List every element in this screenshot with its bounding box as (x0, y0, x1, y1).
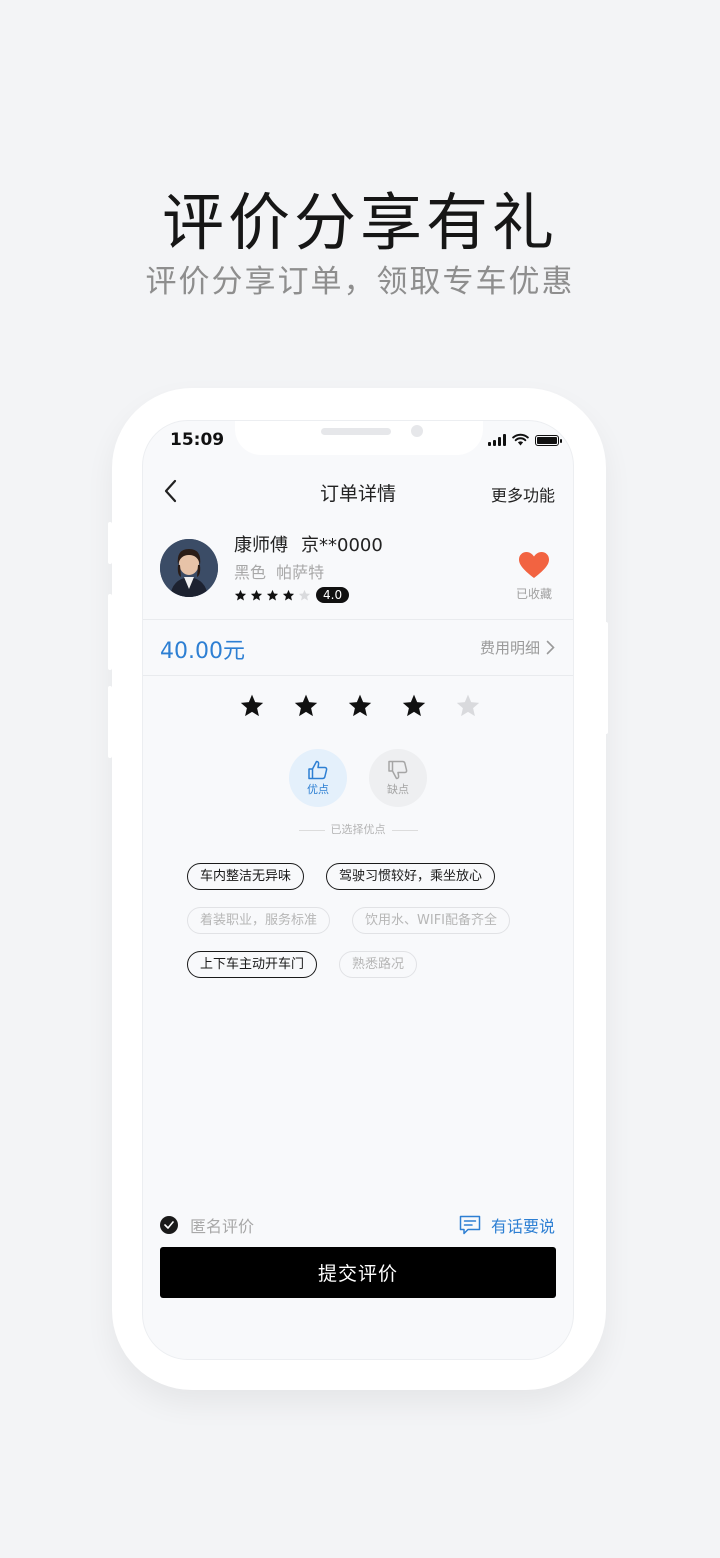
phone-screen: 15:09 订单详情 更多功能 康师傅 京**0000 黑色 帕萨特 4.0 已… (142, 420, 574, 1360)
nav-bar: 订单详情 更多功能 (143, 473, 573, 509)
hint-line (391, 829, 418, 831)
driver-card: 康师傅 京**0000 黑色 帕萨特 4.0 已收藏 (143, 531, 573, 619)
star-icon (298, 589, 311, 601)
favorite-toggle[interactable]: 已收藏 (513, 551, 555, 602)
fee-detail-link[interactable]: 费用明细 (480, 637, 555, 658)
rating-badge: 4.0 (316, 587, 350, 603)
review-tags: 车内整洁无异味 驾驶习惯较好，乘坐放心着装职业，服务标准 饮用水、WIFI配备齐全上… (187, 863, 537, 978)
star-icon (234, 589, 247, 601)
license-plate: 京**0000 (301, 535, 383, 556)
star-icon (282, 589, 295, 601)
rating-stars (143, 693, 573, 719)
review-tag[interactable]: 熟悉路况 (339, 951, 418, 978)
phone-side-button (108, 522, 112, 564)
divider (143, 675, 573, 676)
wifi-icon (512, 433, 529, 446)
phone-notch (235, 421, 483, 455)
rating-star-5[interactable] (455, 693, 481, 719)
rating-star-4[interactable] (401, 693, 427, 719)
review-tag[interactable]: 饮用水、WIFI配备齐全 (352, 907, 511, 934)
driver-name: 康师傅 (234, 535, 288, 556)
anonymous-toggle[interactable]: 匿名评价 (160, 1213, 254, 1237)
submit-review-button[interactable]: 提交评价 (160, 1247, 556, 1298)
thumbs-down-icon (388, 760, 408, 779)
more-functions-button[interactable]: 更多功能 (491, 482, 555, 506)
star-icon (250, 589, 263, 601)
review-tag[interactable]: 驾驶习惯较好，乘坐放心 (326, 863, 496, 890)
review-tag[interactable]: 上下车主动开车门 (187, 951, 318, 978)
hint-line (298, 829, 325, 831)
anonymous-label: 匿名评价 (190, 1217, 255, 1236)
checkmark-icon (160, 1216, 178, 1234)
heart-icon (519, 552, 549, 578)
driver-rating: 4.0 (234, 587, 350, 603)
pros-cons-toggle: 优点 缺点 (143, 749, 573, 807)
review-tag[interactable]: 着装职业，服务标准 (187, 907, 331, 934)
divider (143, 619, 573, 620)
phone-side-button (108, 686, 112, 758)
camera (411, 425, 423, 437)
driver-avatar (160, 539, 218, 597)
status-icons (488, 433, 562, 446)
favorite-label: 已收藏 (515, 587, 552, 601)
rating-star-3[interactable] (347, 693, 373, 719)
battery-icon (535, 435, 562, 446)
promo-title: 评价分享有礼 (161, 186, 558, 259)
fee-detail-label: 费用明细 (479, 639, 540, 657)
phone-side-button (604, 622, 608, 734)
promo-subtitle: 评价分享订单，领取专车优惠 (145, 264, 575, 300)
car-info: 黑色 帕萨特 (234, 563, 325, 582)
pros-button[interactable]: 优点 (289, 749, 347, 807)
comment-label: 有话要说 (490, 1217, 555, 1236)
pros-label: 优点 (307, 782, 329, 796)
comment-button[interactable]: 有话要说 (459, 1213, 555, 1237)
phone-side-button (108, 594, 112, 670)
rating-star-1[interactable] (239, 693, 265, 719)
speaker (321, 428, 391, 435)
signal-icon (488, 434, 506, 446)
cons-button[interactable]: 缺点 (369, 749, 427, 807)
status-time: 15:09 (170, 430, 225, 450)
message-icon (459, 1215, 481, 1235)
thumbs-up-icon (308, 760, 328, 779)
review-tag[interactable]: 车内整洁无异味 (187, 863, 305, 890)
cons-label: 缺点 (387, 782, 409, 796)
rating-star-2[interactable] (293, 693, 319, 719)
selected-hint: 已选择优点 (143, 821, 573, 837)
chevron-right-icon (546, 640, 555, 655)
star-icon (266, 589, 279, 601)
fare-price: 40.00元 (160, 639, 245, 664)
selected-hint-text: 已选择优点 (330, 823, 386, 836)
